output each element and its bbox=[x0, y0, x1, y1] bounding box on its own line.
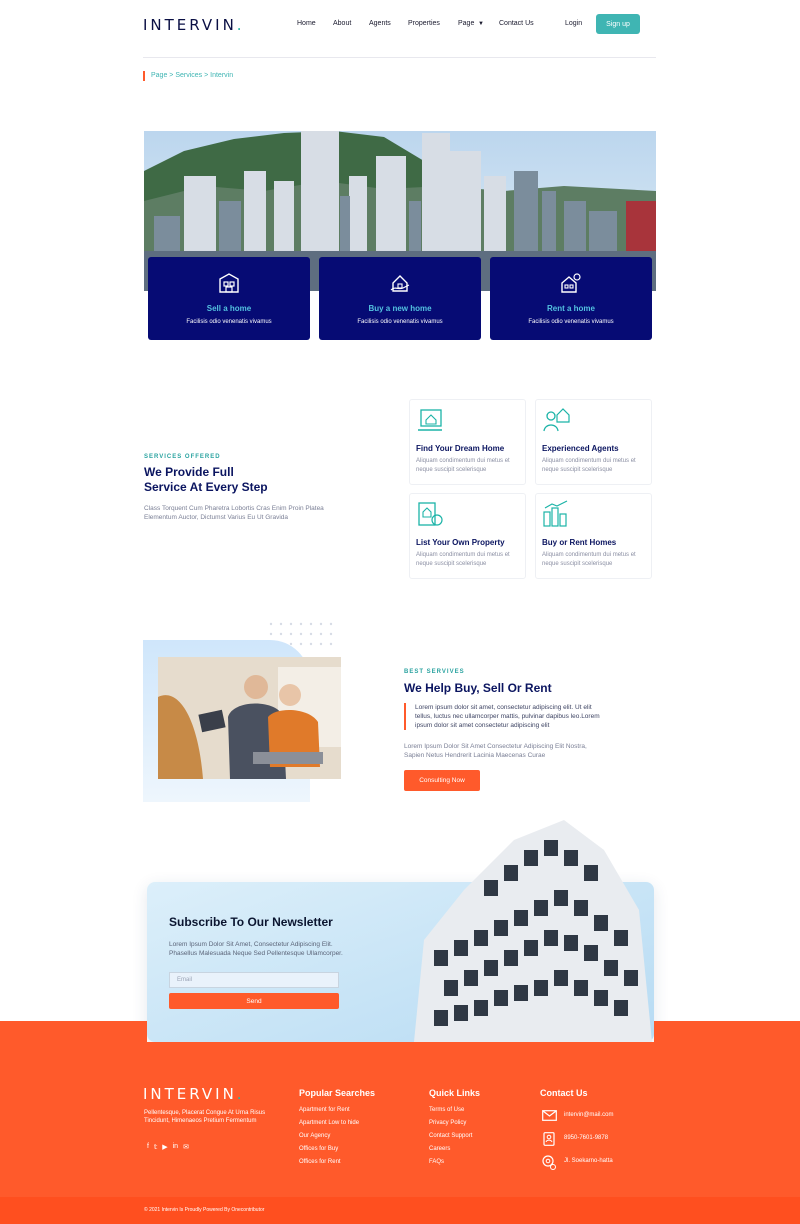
nav-contact[interactable]: Contact Us bbox=[499, 20, 534, 27]
service-description: Aliquam condimentum dui metus et neque s… bbox=[542, 552, 636, 567]
newsletter-description: Lorem Ipsum Dolor Sit Amet, Consectetur … bbox=[169, 941, 343, 957]
best-description: Lorem Ipsum Dolor Sit Amet Consectetur A… bbox=[404, 743, 587, 759]
services-title: We Provide Full Service At Every Step bbox=[144, 465, 268, 494]
hero-card-rent[interactable]: Rent a home Facilisis odio venenatis viv… bbox=[490, 257, 652, 340]
hero-card-title: Buy a new home bbox=[368, 304, 432, 313]
footer-link[interactable]: Terms of Use bbox=[429, 1107, 464, 1113]
agent-house-icon bbox=[543, 408, 570, 432]
consultation-photo bbox=[158, 657, 341, 779]
home-key-icon bbox=[561, 273, 581, 293]
store-icon bbox=[219, 273, 239, 293]
service-title: Experienced Agents bbox=[542, 444, 619, 453]
newsletter-title: Subscribe To Our Newsletter bbox=[169, 915, 333, 929]
apartment-building-image bbox=[414, 820, 652, 1042]
service-title: List Your Own Property bbox=[416, 538, 505, 547]
footer-link[interactable]: Contact Support bbox=[429, 1133, 472, 1139]
best-quote: Lorem ipsum dolor sit amet, consectetur … bbox=[404, 703, 608, 730]
service-card[interactable]: Buy or Rent Homes Aliquam condimentum du… bbox=[535, 493, 652, 579]
footer-link[interactable]: Offices for Rent bbox=[299, 1159, 341, 1165]
service-title: Buy or Rent Homes bbox=[542, 538, 617, 547]
service-title: Find Your Dream Home bbox=[416, 444, 505, 453]
city-chart-icon bbox=[543, 500, 568, 527]
service-description: Aliquam condimentum dui metus et neque s… bbox=[416, 552, 510, 567]
service-card[interactable]: List Your Own Property Aliquam condiment… bbox=[409, 493, 526, 579]
house-hand-icon bbox=[390, 275, 410, 292]
service-description: Aliquam condimentum dui metus et neque s… bbox=[416, 458, 510, 473]
contact-address[interactable]: Jl. Soekarno-hatta bbox=[564, 1158, 613, 1164]
header-divider bbox=[143, 57, 656, 58]
location-pin-icon bbox=[542, 1155, 556, 1170]
copyright-text: © 2021 Intervin Is Proudly Powered By On… bbox=[144, 1207, 265, 1213]
services-eyebrow: SERVICES OFFERED bbox=[144, 454, 221, 460]
envelope-icon bbox=[542, 1110, 557, 1121]
footer-top-band bbox=[654, 1021, 800, 1042]
copyright-bar: © 2021 Intervin Is Proudly Powered By On… bbox=[0, 1197, 800, 1224]
footer-link[interactable]: Offices for Buy bbox=[299, 1146, 338, 1152]
linkedin-icon[interactable]: in bbox=[173, 1143, 178, 1151]
twitter-icon[interactable]: 𝕥 bbox=[154, 1143, 157, 1151]
footer-link[interactable]: Apartment Low to hide bbox=[299, 1120, 359, 1126]
hero-card-buy[interactable]: Buy a new home Facilisis odio venenatis … bbox=[319, 257, 481, 340]
nav-page[interactable]: Page bbox=[458, 20, 474, 27]
services-description: Class Torquent Cum Pharetra Lobortis Cra… bbox=[144, 505, 324, 521]
breadcrumb: Page > Services > Intervin bbox=[143, 71, 233, 81]
footer-link[interactable]: Apartment for Rent bbox=[299, 1107, 350, 1113]
best-eyebrow: BEST SERVIVES bbox=[404, 669, 465, 675]
social-links: f 𝕥 ▶ in ✉ bbox=[147, 1143, 189, 1151]
service-card[interactable]: Find Your Dream Home Aliquam condimentum… bbox=[409, 399, 526, 485]
email-field[interactable]: Email bbox=[169, 972, 339, 988]
facebook-icon[interactable]: f bbox=[147, 1143, 149, 1151]
hero-card-title: Sell a home bbox=[206, 304, 252, 313]
hero-card-subtitle: Facilisis odio venenatis vivamus bbox=[528, 319, 614, 325]
nav-agents[interactable]: Agents bbox=[369, 20, 391, 27]
hero-card-subtitle: Facilisis odio venenatis vivamus bbox=[186, 319, 272, 325]
consulting-now-button[interactable]: Consulting Now bbox=[404, 770, 480, 791]
hero-card-subtitle: Facilisis odio venenatis vivamus bbox=[357, 319, 443, 325]
quick-links-title: Quick Links bbox=[429, 1088, 481, 1098]
contact-us-title: Contact Us bbox=[540, 1088, 588, 1098]
footer-tagline: Pellentesque, Placerat Congue At Urna Ri… bbox=[144, 1110, 266, 1124]
footer bbox=[0, 1042, 800, 1197]
youtube-icon[interactable]: ▶ bbox=[162, 1143, 167, 1151]
contact-phone[interactable]: 8950-7601-9878 bbox=[564, 1135, 608, 1141]
people-meeting-image bbox=[158, 657, 341, 779]
laptop-house-icon bbox=[418, 409, 442, 431]
hero-card-title: Rent a home bbox=[546, 304, 595, 313]
footer-top-band bbox=[0, 1021, 147, 1042]
footer-logo[interactable]: INTERVIN. bbox=[143, 1085, 245, 1103]
listing-board-icon bbox=[418, 502, 443, 526]
footer-link[interactable]: Careers bbox=[429, 1146, 450, 1152]
nav-properties[interactable]: Properties bbox=[408, 20, 440, 27]
nav-about[interactable]: About bbox=[333, 20, 351, 27]
nav-home[interactable]: Home bbox=[297, 20, 316, 27]
hero-card-sell[interactable]: Sell a home Facilisis odio venenatis viv… bbox=[148, 257, 310, 340]
popular-searches-title: Popular Searches bbox=[299, 1088, 376, 1098]
signup-button[interactable]: Sign up bbox=[596, 14, 640, 34]
footer-link[interactable]: Privacy Policy bbox=[429, 1120, 466, 1126]
phone-book-icon bbox=[543, 1132, 555, 1146]
send-button[interactable]: Send bbox=[169, 993, 339, 1009]
login-link[interactable]: Login bbox=[565, 20, 582, 27]
service-description: Aliquam condimentum dui metus et neque s… bbox=[542, 458, 636, 473]
logo[interactable]: INTERVIN. bbox=[143, 16, 245, 34]
footer-link[interactable]: FAQs bbox=[429, 1159, 444, 1165]
contact-email[interactable]: intervin@mail.com bbox=[564, 1112, 613, 1118]
best-title: We Help Buy, Sell Or Rent bbox=[404, 681, 552, 695]
chevron-down-icon[interactable]: ▼ bbox=[478, 21, 484, 27]
service-card[interactable]: Experienced Agents Aliquam condimentum d… bbox=[535, 399, 652, 485]
footer-link[interactable]: Our Agency bbox=[299, 1133, 330, 1139]
mail-icon[interactable]: ✉ bbox=[183, 1143, 189, 1151]
